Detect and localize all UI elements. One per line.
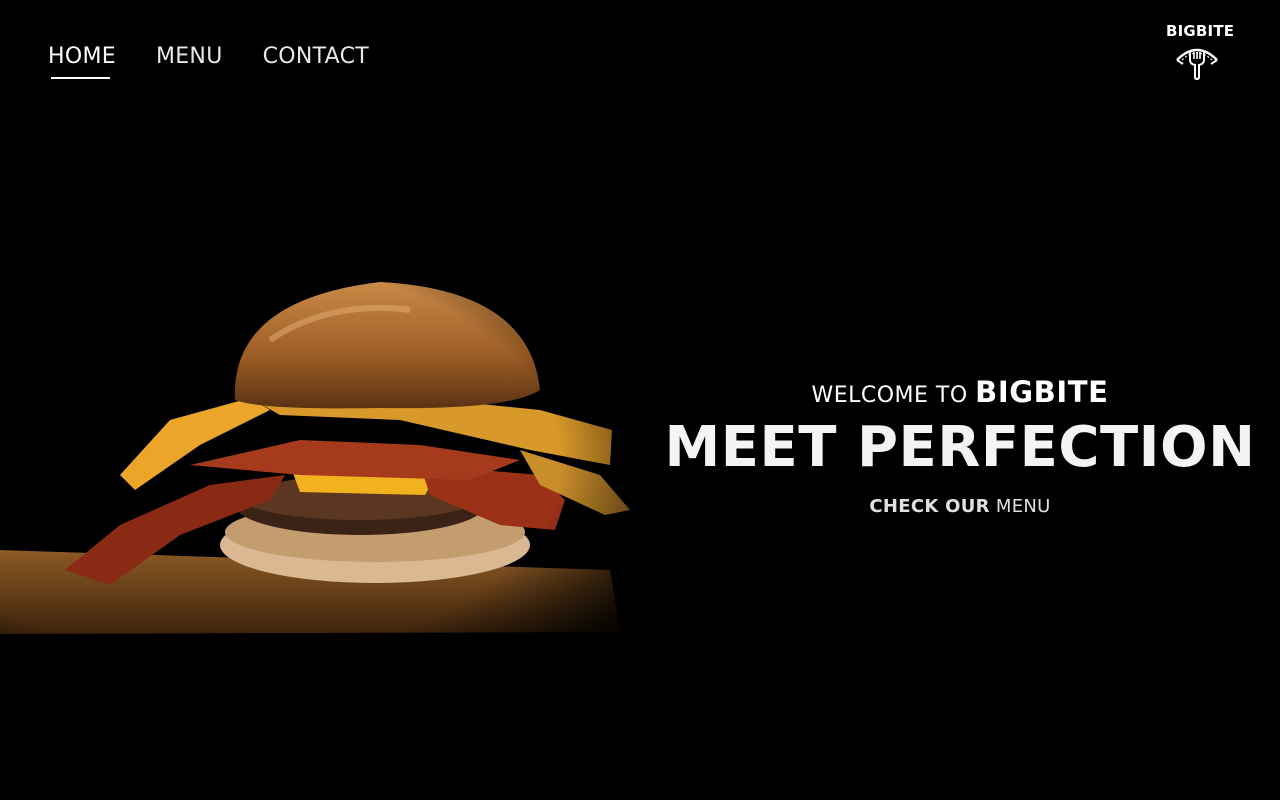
cta-prefix: CHECK OUR	[869, 496, 990, 517]
nav-menu[interactable]: MENU	[156, 40, 223, 74]
site-logo[interactable]: BIGBITE	[1166, 22, 1235, 80]
nav-contact[interactable]: CONTACT	[263, 40, 369, 74]
welcome-brand: BIGBITE	[975, 375, 1109, 409]
check-menu-link[interactable]: CHECK OUR MENU	[869, 496, 1050, 517]
main-nav: HOME MENU CONTACT	[48, 40, 369, 79]
hero-section: WELCOME TO BIGBITE MEET PERFECTION CHECK…	[640, 375, 1280, 517]
hero-headline: MEET PERFECTION	[664, 415, 1256, 480]
welcome-line: WELCOME TO BIGBITE	[640, 375, 1280, 409]
welcome-prefix: WELCOME TO	[811, 383, 968, 408]
nav-home[interactable]: HOME	[48, 40, 116, 79]
logo-text: BIGBITE	[1166, 22, 1235, 40]
burger-photo	[0, 270, 640, 650]
fork-arch-icon	[1176, 48, 1218, 80]
cta-link-text: MENU	[995, 496, 1051, 517]
